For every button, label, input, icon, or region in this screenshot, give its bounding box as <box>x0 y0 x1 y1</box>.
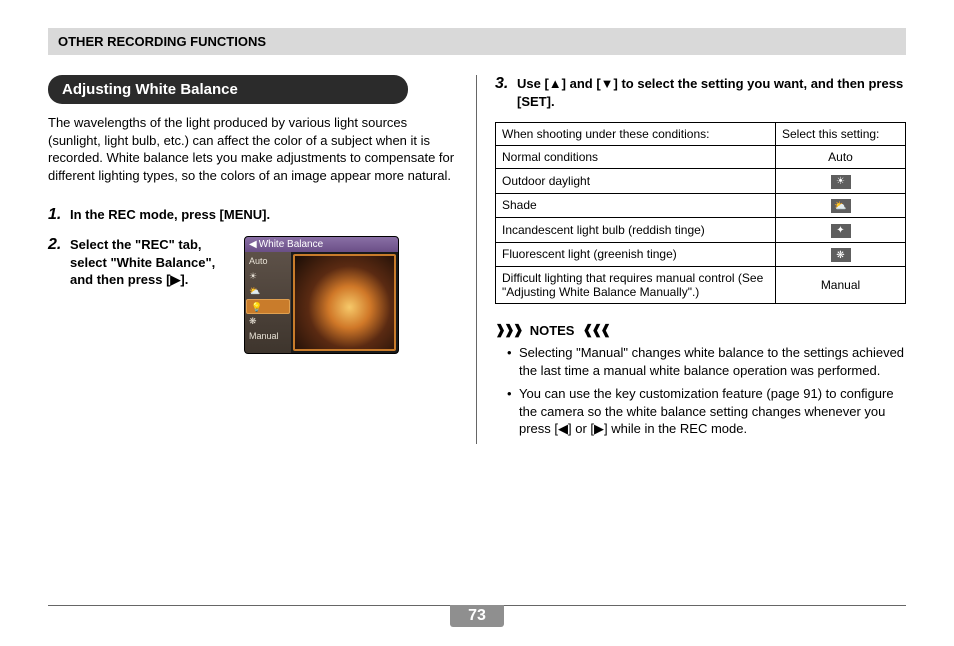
lcd-sample-photo <box>293 254 396 351</box>
step-1-text: In the REC mode, press [MENU]. <box>70 206 458 224</box>
setting-cell: ☀ <box>776 169 906 194</box>
camera-lcd-preview: ◀ White Balance Auto ☀ ⛅ 💡 ❋ Manual <box>244 236 399 354</box>
lcd-item-manual: Manual <box>245 329 291 344</box>
lcd-item-auto: Auto <box>245 254 291 269</box>
fluorescent-icon: ❋ <box>831 248 851 262</box>
setting-cell: ⛅ <box>776 193 906 218</box>
step-2-number: 2. <box>48 236 70 354</box>
notes-decor-right-icon: ❰❰❰ <box>582 322 609 338</box>
table-head-setting: Select this setting: <box>776 123 906 146</box>
step-1-number: 1. <box>48 206 70 224</box>
step-2: 2. Select the "REC" tab, select "White B… <box>48 236 458 354</box>
right-column: 3. Use [▲] and [▼] to select the setting… <box>495 75 906 444</box>
lcd-item-daylight-icon: ☀ <box>245 269 291 284</box>
white-balance-table: When shooting under these conditions: Se… <box>495 122 906 304</box>
note-item: Selecting "Manual" changes white balance… <box>507 344 906 379</box>
table-row: Fluorescent light (greenish tinge) ❋ <box>496 242 906 267</box>
notes-list: Selecting "Manual" changes white balance… <box>495 344 906 438</box>
page-footer: 73 <box>48 605 906 628</box>
cond-cell: Incandescent light bulb (reddish tinge) <box>496 218 776 243</box>
lcd-title: ◀ White Balance <box>245 237 398 252</box>
content-columns: Adjusting White Balance The wavelengths … <box>48 75 906 444</box>
step-3: 3. Use [▲] and [▼] to select the setting… <box>495 75 906 110</box>
table-row: Incandescent light bulb (reddish tinge) … <box>496 218 906 243</box>
note-item: You can use the key customization featur… <box>507 385 906 438</box>
notes-label: NOTES <box>530 323 575 338</box>
daylight-icon: ☀ <box>831 175 851 189</box>
setting-cell: ❋ <box>776 242 906 267</box>
left-column: Adjusting White Balance The wavelengths … <box>48 75 458 444</box>
table-row: Outdoor daylight ☀ <box>496 169 906 194</box>
section-title-pill: Adjusting White Balance <box>48 75 408 104</box>
lcd-option-list: Auto ☀ ⛅ 💡 ❋ Manual <box>245 252 291 353</box>
table-row: Normal conditions Auto <box>496 146 906 169</box>
step-3-number: 3. <box>495 75 517 110</box>
lcd-item-fluorescent-icon: ❋ <box>245 314 291 329</box>
table-head-conditions: When shooting under these conditions: <box>496 123 776 146</box>
notes-heading: ❱❱❱ NOTES ❰❰❰ <box>495 322 906 338</box>
setting-cell: ✦ <box>776 218 906 243</box>
back-arrow-icon: ◀ <box>249 239 257 250</box>
table-header-row: When shooting under these conditions: Se… <box>496 123 906 146</box>
column-divider <box>476 75 477 444</box>
setting-cell-auto: Auto <box>776 146 906 169</box>
notes-decor-left-icon: ❱❱❱ <box>495 322 522 338</box>
lcd-title-text: White Balance <box>259 239 323 250</box>
table-row: Difficult lighting that requires manual … <box>496 267 906 304</box>
step-1: 1. In the REC mode, press [MENU]. <box>48 206 458 224</box>
step-3-text: Use [▲] and [▼] to select the setting yo… <box>517 75 906 110</box>
cond-cell: Fluorescent light (greenish tinge) <box>496 242 776 267</box>
cond-cell: Shade <box>496 193 776 218</box>
lcd-item-incandescent-icon: 💡 <box>246 299 290 314</box>
step-2-text: Select the "REC" tab, select "White Bala… <box>70 236 230 354</box>
lcd-item-shade-icon: ⛅ <box>245 284 291 299</box>
setting-cell-manual: Manual <box>776 267 906 304</box>
shade-icon: ⛅ <box>831 199 851 213</box>
page-number-badge: 73 <box>450 605 504 627</box>
incandescent-icon: ✦ <box>831 224 851 238</box>
table-row: Shade ⛅ <box>496 193 906 218</box>
cond-cell: Normal conditions <box>496 146 776 169</box>
cond-cell: Outdoor daylight <box>496 169 776 194</box>
cond-cell: Difficult lighting that requires manual … <box>496 267 776 304</box>
page-section-header: OTHER RECORDING FUNCTIONS <box>48 28 906 55</box>
intro-paragraph: The wavelengths of the light produced by… <box>48 114 458 184</box>
